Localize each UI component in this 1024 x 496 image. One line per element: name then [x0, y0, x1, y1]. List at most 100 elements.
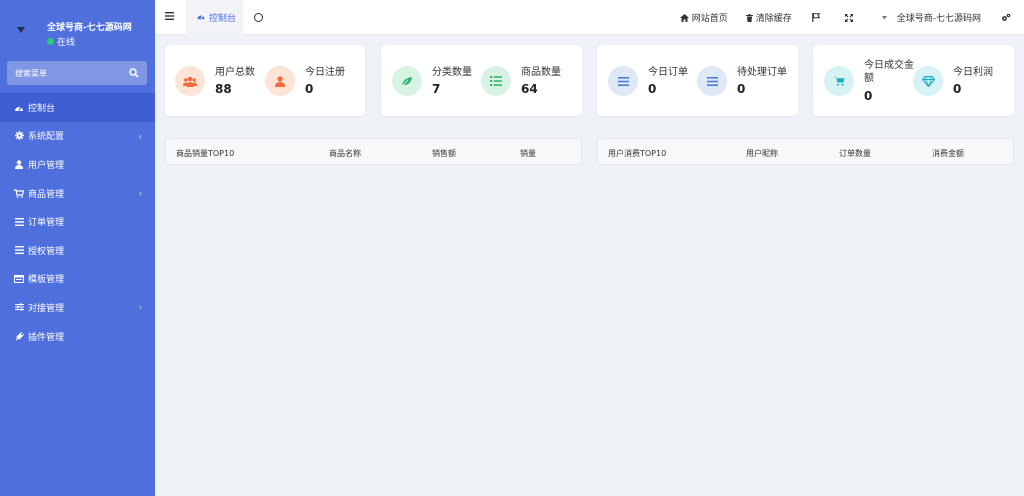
sidebar-item-products[interactable]: 商品管理 ‹ — [0, 179, 155, 208]
column-header[interactable]: 销售额 — [432, 148, 456, 159]
category-count-label: 分类数量 — [432, 67, 472, 78]
top-navigation: 网站首页 清除缓存 全球号商-七七源码网 — [679, 0, 1024, 35]
cart-icon — [824, 66, 854, 96]
trash-icon — [745, 13, 753, 22]
fullscreen-icon — [844, 13, 853, 22]
stat-card-users: 用户总数 88 今日注册 0 — [165, 45, 365, 116]
clear-cache-button[interactable]: 清除缓存 — [745, 0, 792, 35]
stat-card-revenue: 今日成交金 额 0 今日利润 0 — [813, 45, 1014, 116]
stat-card-products: 分类数量 7 商品数量 64 — [381, 45, 582, 116]
menu-toggle-icon[interactable] — [165, 12, 175, 22]
status-text: 在线 — [57, 38, 76, 48]
sidebar-item-plugins[interactable]: 插件管理 — [0, 322, 155, 351]
dashboard-icon — [196, 12, 206, 23]
pending-orders-value: 0 — [737, 82, 746, 96]
leaf-icon — [392, 66, 422, 96]
sidebar-item-integration[interactable]: 对接管理 ‹ — [0, 293, 155, 322]
list-icon — [697, 66, 727, 96]
user-name: 全球号商-七七源码网 — [47, 23, 132, 33]
sidebar-item-label: 控制台 — [28, 103, 56, 114]
list-icon — [14, 245, 24, 255]
user-panel: 全球号商-七七源码网 在线 — [0, 0, 155, 56]
today-orders-label: 今日订单 — [648, 67, 688, 78]
product-sales-top10-table: 商品销量TOP10 商品名称 销售额 销量 — [165, 138, 582, 165]
search-icon[interactable] — [129, 68, 139, 78]
sidebar-item-label: 插件管理 — [28, 332, 65, 343]
category-count-value: 7 — [432, 82, 441, 96]
user-icon — [14, 159, 24, 169]
sidebar-item-dashboard[interactable]: 控制台 — [0, 93, 155, 122]
gear-icon — [14, 131, 24, 141]
sidebar-item-label: 系统配置 — [28, 132, 65, 143]
table-title: 用户消费TOP10 — [608, 149, 667, 158]
cart-icon — [14, 188, 24, 198]
sidebar-item-users[interactable]: 用户管理 — [0, 150, 155, 179]
tab-label: 控制台 — [209, 14, 237, 24]
account-name: 全球号商-七七源码网 — [896, 14, 981, 24]
caret-down-icon[interactable] — [17, 27, 25, 33]
pending-orders-label: 待处理订单 — [737, 67, 787, 78]
settings-button[interactable] — [1001, 0, 1014, 35]
topbar: 控制台 网站首页 清除缓存 全球号商-七七源码网 — [155, 0, 1024, 35]
home-icon — [679, 13, 689, 22]
column-header[interactable]: 用户昵称 — [746, 148, 778, 159]
sidebar-item-label: 对接管理 — [28, 303, 65, 314]
online-dot-icon — [47, 38, 54, 45]
sidebar: 全球号商-七七源码网 在线 控制台 系统配置 ‹ — [0, 0, 155, 496]
sidebar-item-label: 用户管理 — [28, 160, 65, 171]
product-count-value: 64 — [521, 82, 538, 96]
sidebar-item-label: 商品管理 — [28, 189, 65, 200]
today-register-value: 0 — [305, 82, 314, 96]
clear-cache-label: 清除缓存 — [755, 14, 792, 24]
flag-icon — [811, 13, 820, 22]
table-title: 商品销量TOP10 — [176, 149, 235, 158]
fullscreen-button[interactable] — [844, 0, 856, 35]
sliders-icon — [14, 302, 24, 312]
user-consumption-top10-table: 用户消费TOP10 用户昵称 订单数量 消费金额 — [597, 138, 1014, 165]
users-total-label: 用户总数 — [215, 67, 255, 78]
user-status: 在线 — [47, 35, 75, 48]
sidebar-item-label: 模板管理 — [28, 275, 65, 286]
sidebar-item-system-config[interactable]: 系统配置 ‹ — [0, 122, 155, 151]
tab-dashboard[interactable]: 控制台 — [186, 0, 243, 35]
sidebar-item-orders[interactable]: 订单管理 — [0, 207, 155, 236]
chevron-left-icon: ‹ — [138, 303, 142, 313]
product-count-label: 商品数量 — [521, 67, 561, 78]
today-profit-value: 0 — [953, 82, 962, 96]
plugin-icon — [14, 331, 24, 341]
column-header[interactable]: 销量 — [520, 148, 536, 159]
dashboard-icon — [14, 102, 24, 112]
chevron-left-icon: ‹ — [138, 189, 142, 199]
users-icon — [175, 66, 205, 96]
diamond-icon — [913, 66, 943, 96]
today-deal-value: 0 — [864, 89, 873, 103]
stat-card-orders: 今日订单 0 待处理订单 0 — [597, 45, 798, 116]
language-button[interactable] — [811, 0, 823, 35]
list-icon — [14, 217, 24, 227]
sidebar-item-templates[interactable]: 模板管理 — [0, 265, 155, 294]
home-label: 网站首页 — [691, 14, 728, 24]
user-add-icon — [265, 66, 295, 96]
today-register-label: 今日注册 — [305, 67, 345, 78]
today-profit-label: 今日利润 — [953, 67, 993, 78]
sidebar-search — [7, 61, 147, 85]
home-link[interactable]: 网站首页 — [679, 0, 728, 35]
chevron-left-icon: ‹ — [138, 131, 142, 141]
column-header[interactable]: 消费金额 — [932, 148, 964, 159]
sidebar-item-label: 订单管理 — [28, 218, 65, 229]
sidebar-item-label: 授权管理 — [28, 246, 65, 257]
menu-search-input[interactable] — [15, 68, 129, 78]
today-orders-value: 0 — [648, 82, 657, 96]
today-deal-label-line2: 额 — [864, 73, 874, 84]
list-icon — [608, 66, 638, 96]
cogs-icon — [1001, 13, 1011, 22]
refresh-icon[interactable] — [254, 13, 263, 22]
users-total-value: 88 — [215, 82, 232, 96]
column-header[interactable]: 订单数量 — [839, 148, 871, 159]
sidebar-item-authorization[interactable]: 授权管理 — [0, 236, 155, 265]
sidebar-menu: 控制台 系统配置 ‹ 用户管理 商品管理 ‹ 订单管理 授权管理 模板管理 对接… — [0, 93, 155, 350]
column-header[interactable]: 商品名称 — [329, 148, 361, 159]
account-menu[interactable]: 全球号商-七七源码网 — [881, 0, 981, 35]
caret-down-icon — [881, 15, 887, 20]
list-ul-icon — [481, 66, 511, 96]
